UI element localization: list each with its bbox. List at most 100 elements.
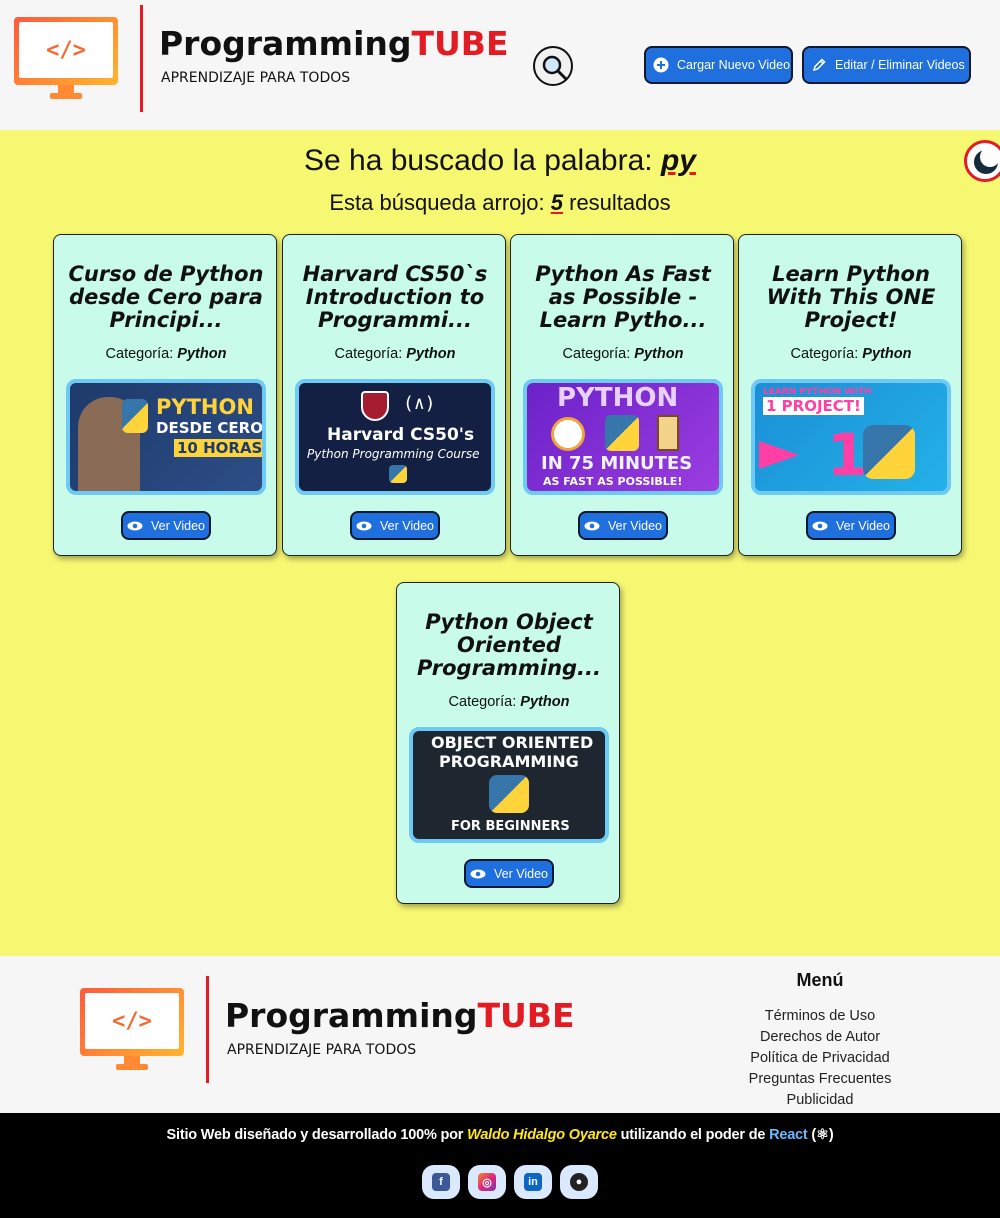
video-thumbnail[interactable]: OBJECT ORIENTED PROGRAMMING FOR BEGINNER…	[409, 727, 609, 843]
thumb-text-1: OBJECT ORIENTED	[431, 733, 594, 752]
credits-tech[interactable]: React	[769, 1127, 808, 1143]
dark-mode-toggle[interactable]	[964, 140, 1000, 182]
thumb-text-1: PYTHON	[156, 395, 254, 419]
python-logo-icon	[389, 465, 407, 483]
eye-icon	[127, 521, 143, 530]
results-suffix: resultados	[569, 190, 671, 215]
arrow-icon	[759, 441, 799, 469]
video-card: Harvard CS50`s Introduction to Programmi…	[282, 234, 506, 556]
video-category: Categoría: Python	[397, 694, 621, 710]
search-heading: Se ha buscado la palabra: py	[0, 144, 1000, 178]
thumb-text-2: PROGRAMMING	[439, 752, 579, 771]
thumb-text-2: DESDE CERO	[156, 419, 263, 437]
brand-tagline: APRENDIZAJE PARA TODOS	[161, 70, 351, 86]
search-heading-prefix: Se ha buscado la palabra:	[304, 144, 653, 177]
moon-icon-mask	[980, 147, 1000, 167]
upload-video-label: Cargar Nuevo Video	[677, 58, 791, 72]
results-prefix: Esta búsqueda arrojo:	[329, 190, 545, 215]
eye-icon	[470, 869, 486, 878]
plus-circle-icon	[653, 57, 669, 73]
category-value: Python	[520, 694, 570, 710]
search-results-section: Se ha buscado la palabra: py Esta búsque…	[0, 130, 1000, 956]
brand-part-2: TUBE	[411, 24, 509, 63]
instagram-icon[interactable]: ◎	[468, 1165, 506, 1199]
thumb-text-3: FOR BEGINNERS	[451, 819, 570, 834]
category-label: Categoría:	[562, 346, 631, 362]
footer-link-terms[interactable]: Términos de Uso	[720, 1006, 920, 1027]
watch-video-button[interactable]: Ver Video	[464, 859, 554, 888]
category-value: Python	[634, 346, 684, 362]
video-card: Python As Fast as Possible - Learn Pytho…	[510, 234, 734, 556]
github-icon[interactable]: ●	[560, 1165, 598, 1199]
thumb-text-1: LEARN PYTHON WITH	[763, 387, 872, 397]
video-title: Python Object Oriented Programming...	[417, 610, 601, 680]
watch-video-button[interactable]: Ver Video	[578, 511, 668, 540]
category-value: Python	[862, 346, 912, 362]
video-title: Harvard CS50`s Introduction to Programmi…	[302, 262, 488, 332]
video-thumbnail[interactable]: PYTHON DESDE CERO 10 HORAS	[66, 379, 266, 495]
site-header: </> ProgrammingTUBE APRENDIZAJE PARA TOD…	[0, 0, 1000, 130]
video-card: Python Object Oriented Programming... Ca…	[396, 582, 620, 904]
facebook-icon[interactable]: f	[422, 1165, 460, 1199]
code-monitor-icon[interactable]: </>	[14, 17, 118, 101]
code-glyph: </>	[85, 993, 179, 1049]
search-query: py	[660, 144, 696, 177]
video-thumbnail[interactable]: (∧) Harvard CS50's Python Programming Co…	[295, 379, 495, 495]
results-count: 5	[550, 190, 563, 215]
edit-videos-button[interactable]: Editar / Eliminar Videos	[802, 46, 971, 84]
watch-video-label: Ver Video	[151, 518, 205, 533]
social-links: f ◎ in ●	[422, 1165, 598, 1201]
watch-video-label: Ver Video	[380, 518, 434, 533]
thumb-text-2: 1 PROJECT!	[763, 397, 864, 415]
python-logo-icon	[122, 399, 148, 433]
code-monitor-icon[interactable]: </>	[80, 988, 184, 1072]
brand-name[interactable]: ProgrammingTUBE	[159, 24, 509, 63]
video-thumbnail[interactable]: LEARN PYTHON WITH 1 PROJECT! 1	[751, 379, 951, 495]
credits-author[interactable]: Waldo Hidalgo Oyarce	[467, 1127, 617, 1143]
video-card: Learn Python With This ONE Project! Cate…	[738, 234, 962, 556]
footer-link-privacy[interactable]: Política de Privacidad	[720, 1048, 920, 1069]
footer-link-faq[interactable]: Preguntas Frecuentes	[720, 1069, 920, 1090]
brand-part-2: TUBE	[477, 996, 575, 1035]
video-category: Categoría: Python	[739, 346, 963, 362]
python-logo-icon	[605, 415, 639, 451]
credits-prefix: Sitio Web diseñado y desarrollado 100% p…	[166, 1127, 464, 1143]
category-label: Categoría:	[105, 346, 174, 362]
results-summary: Esta búsqueda arrojo: 5 resultados	[0, 190, 1000, 216]
search-icon	[542, 55, 568, 81]
video-category: Categoría: Python	[283, 346, 507, 362]
video-category: Categoría: Python	[511, 346, 735, 362]
site-footer: </> ProgrammingTUBE APRENDIZAJE PARA TOD…	[0, 956, 1000, 1113]
watch-video-button[interactable]: Ver Video	[806, 511, 896, 540]
brand-part-1: Programming	[225, 996, 478, 1035]
category-label: Categoría:	[790, 346, 859, 362]
video-title: Curso de Python desde Cero para Principi…	[68, 262, 264, 332]
credits-bar: Sitio Web diseñado y desarrollado 100% p…	[0, 1113, 1000, 1218]
python-logo-icon	[489, 775, 529, 813]
edit-videos-label: Editar / Eliminar Videos	[835, 58, 965, 72]
code-brackets-icon: (∧)	[403, 393, 436, 414]
watch-video-button[interactable]: Ver Video	[350, 511, 440, 540]
category-label: Categoría:	[334, 346, 403, 362]
footer-menu-title: Menú	[796, 970, 844, 990]
logo-divider	[140, 5, 143, 112]
brand-name[interactable]: ProgrammingTUBE	[225, 996, 575, 1035]
footer-link-copyright[interactable]: Derechos de Autor	[720, 1027, 920, 1048]
big-one-glyph: 1	[827, 421, 868, 489]
thumb-text-2: IN 75 MINUTES	[541, 453, 693, 474]
category-value: Python	[406, 346, 456, 362]
video-thumbnail[interactable]: PYTHON IN 75 MINUTES AS FAST AS POSSIBLE…	[523, 379, 723, 495]
credits-text: Sitio Web diseñado y desarrollado 100% p…	[0, 1127, 1000, 1143]
thumb-text-3: 10 HORAS	[174, 439, 262, 457]
category-label: Categoría:	[448, 694, 517, 710]
thumb-text-2: Python Programming Course	[307, 447, 480, 461]
search-button[interactable]	[533, 46, 573, 86]
eye-icon	[584, 521, 600, 530]
watch-video-button[interactable]: Ver Video	[121, 511, 211, 540]
linkedin-icon[interactable]: in	[514, 1165, 552, 1199]
harvard-shield-icon	[361, 391, 389, 421]
code-glyph: </>	[19, 22, 113, 78]
footer-link-advertising[interactable]: Publicidad	[720, 1090, 920, 1111]
upload-video-button[interactable]: Cargar Nuevo Video	[644, 46, 793, 84]
category-value: Python	[177, 346, 227, 362]
